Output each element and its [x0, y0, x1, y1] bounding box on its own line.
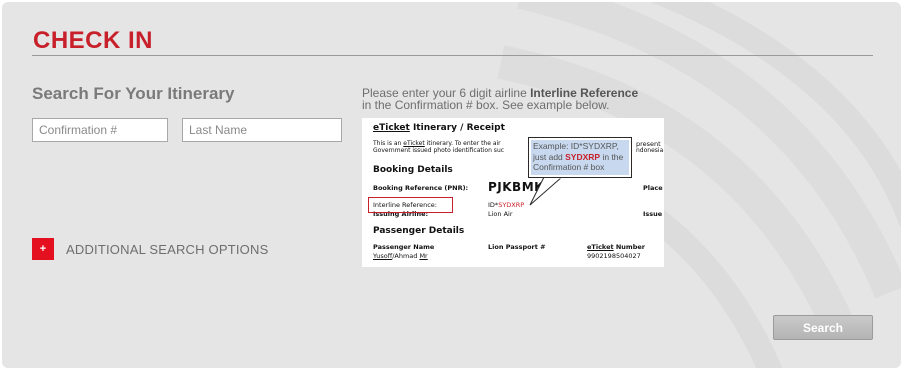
search-section-title: Search For Your Itinerary — [32, 84, 235, 103]
plus-icon[interactable]: + — [32, 238, 54, 260]
search-button[interactable]: Search — [773, 315, 873, 340]
title-divider — [32, 55, 873, 56]
passenger-name-value: Yusoff/Ahmad Mr — [373, 252, 428, 260]
example-callout: Example: ID*SYDXRP, just add SYDXRP in t… — [528, 137, 632, 178]
interline-highlight-box — [368, 197, 453, 213]
passport-header: Lion Passport # — [488, 243, 546, 251]
issue-label: Issue — [643, 210, 663, 218]
additional-search-label[interactable]: ADDITIONAL SEARCH OPTIONS — [66, 242, 268, 257]
callout-pointer — [529, 177, 562, 206]
receipt-note-overflow-2: ndonesia — [636, 147, 664, 154]
interline-value: ID*SYDXRP — [488, 201, 525, 209]
check-in-panel: CHECK IN Search For Your Itinerary + ADD… — [2, 2, 901, 368]
receipt-heading: eTicket Itinerary / Receipt — [373, 123, 505, 133]
confirmation-input[interactable] — [32, 118, 168, 142]
page-title: CHECK IN — [33, 27, 154, 54]
ticket-number-value: 9902198504027 — [587, 252, 641, 260]
passenger-name-header: Passenger Name — [373, 243, 435, 251]
passenger-heading: Passenger Details — [373, 226, 465, 236]
receipt-note: This is an eTicket itinerary. To enter t… — [373, 140, 505, 154]
place-label: Place — [643, 184, 663, 192]
issuing-value: Lion Air — [488, 210, 513, 218]
last-name-input[interactable] — [182, 118, 342, 142]
booking-heading: Booking Details — [373, 165, 453, 175]
booking-ref-label: Booking Reference (PNR): — [373, 184, 469, 192]
interline-instructions: Please enter your 6 digit airline Interl… — [362, 87, 662, 111]
instructions-text-2: in the Confirmation # box. See example b… — [362, 98, 610, 112]
ticket-number-header: eTicket Number — [587, 243, 645, 251]
additional-search-options[interactable]: + ADDITIONAL SEARCH OPTIONS — [32, 238, 268, 260]
example-receipt-image: eTicket Itinerary / Receipt This is an e… — [362, 118, 664, 267]
